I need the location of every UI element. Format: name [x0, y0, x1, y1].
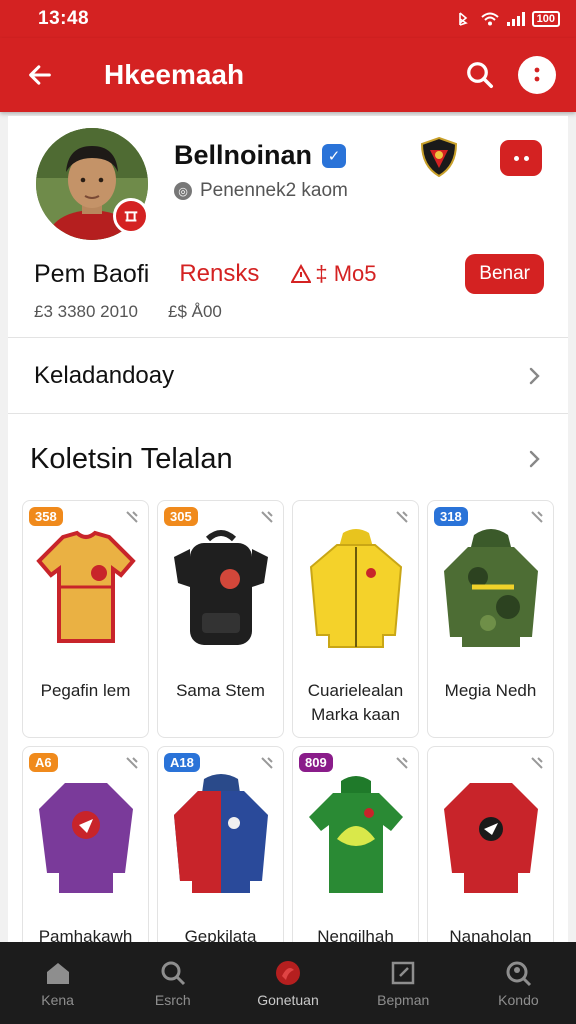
alert-triangle-icon: [291, 264, 312, 283]
signal-icon: [506, 12, 525, 26]
meta-right: £$ Å00: [168, 302, 222, 321]
collection-grid: 358 Pegafin lem 305 Sama Stem Cuarieleal…: [22, 500, 554, 984]
item-name: Sama Stem: [176, 681, 265, 700]
nav-club[interactable]: Gonetuan: [230, 942, 345, 1024]
collection-item[interactable]: 318 Megia Nedh: [427, 500, 554, 738]
collection-item[interactable]: 305 Sama Stem: [157, 500, 284, 738]
avatar-club-badge: [113, 198, 149, 234]
battery-icon: 100: [531, 11, 560, 27]
rank-label[interactable]: Rensks: [179, 260, 259, 288]
status-time: 13:48: [38, 8, 90, 29]
club-logo-icon[interactable]: [418, 136, 460, 178]
dot-icon: [513, 155, 519, 161]
nav-label: Bepman: [377, 992, 430, 1008]
follow-button[interactable]: Benar: [465, 254, 544, 294]
search-icon: [161, 961, 185, 986]
nav-profile[interactable]: Kondo: [461, 942, 576, 1024]
handle-row: ◎ Penennek2 kaom: [174, 180, 348, 202]
section-label: Keladandoay: [34, 361, 175, 389]
verified-icon: ✓: [322, 143, 347, 168]
app-bar: Hkeemaah: [0, 38, 576, 112]
arrow-left-icon: [29, 65, 51, 85]
collection-header[interactable]: Koletsin Telalan: [8, 414, 568, 504]
nav-label: Kondo: [498, 992, 539, 1008]
nav-label: Esrch: [154, 992, 191, 1008]
dot-icon: [523, 155, 529, 161]
club-crest-icon: [124, 211, 138, 222]
pin-icon[interactable]: [529, 755, 545, 771]
rank-value-group: ‡ Mo5: [291, 261, 377, 287]
profile-name: Pem Baofi: [34, 259, 150, 288]
bluetooth-icon: [458, 12, 468, 26]
collection-item[interactable]: 358 Pegafin lem: [22, 500, 149, 738]
search-button[interactable]: [460, 55, 500, 95]
nav-label: Gonetuan: [257, 992, 319, 1008]
profile-search-icon: [506, 961, 532, 987]
item-name: Megia Nedh: [444, 681, 537, 700]
username-row: Bellnoinan ✓: [174, 140, 347, 171]
pin-icon[interactable]: [259, 755, 275, 771]
pin-icon[interactable]: [124, 755, 140, 771]
item-name: Cuarielealan Marka kaan: [307, 681, 404, 724]
rank-value: ‡ Mo5: [315, 261, 377, 286]
nav-edit[interactable]: Bepman: [346, 942, 461, 1024]
jersey-icon: [309, 776, 403, 893]
item-badge: A18: [164, 753, 200, 772]
main-content: Bellnoinan ✓ ◎ Penennek2 kaom Pem Baofi …: [8, 116, 568, 984]
sweater-icon: [39, 783, 133, 893]
backpack-icon: [174, 530, 268, 645]
globe-icon: ◎: [174, 182, 192, 200]
hoodie-icon: [174, 774, 268, 893]
edit-icon: [391, 961, 415, 985]
home-icon: [46, 963, 69, 984]
collection-title: Koletsin Telalan: [30, 442, 233, 475]
club-icon: [276, 961, 300, 985]
nav-home[interactable]: Kena: [0, 942, 115, 1024]
item-badge: 318: [434, 507, 468, 526]
nav-search[interactable]: Esrch: [115, 942, 230, 1024]
message-button[interactable]: [500, 140, 542, 176]
chevron-right-icon: [529, 450, 540, 468]
section-row-first[interactable]: Keladandoay: [8, 338, 568, 414]
back-button[interactable]: [20, 55, 60, 95]
meta-row: £3 3380 2010 £$ Å00: [34, 302, 222, 322]
chevron-right-icon: [529, 367, 540, 384]
meta-left: £3 3380 2010: [34, 302, 138, 321]
hoodie-icon: [444, 529, 538, 647]
pin-icon[interactable]: [124, 509, 140, 525]
wifi-icon: [480, 12, 499, 26]
jersey-icon: [36, 530, 136, 643]
pin-icon[interactable]: [529, 509, 545, 525]
item-badge: A6: [29, 753, 58, 772]
username: Bellnoinan: [174, 140, 313, 170]
item-badge: 358: [29, 507, 63, 526]
profile-header: Bellnoinan ✓ ◎ Penennek2 kaom Pem Baofi …: [8, 116, 568, 338]
app-title: Hkeemaah: [104, 59, 245, 90]
item-name: Pegafin lem: [40, 681, 131, 700]
item-badge: 809: [299, 753, 333, 772]
stats-row: Pem Baofi Rensks ‡ Mo5 Benar: [34, 254, 544, 294]
collection-item[interactable]: Cuarielealan Marka kaan: [292, 500, 419, 738]
pin-icon[interactable]: [394, 509, 410, 525]
item-badge: 305: [164, 507, 198, 526]
sweater-icon: [444, 783, 538, 893]
search-icon: [467, 62, 493, 88]
bottom-nav: Kena Esrch Gonetuan Bepman Kondo: [0, 942, 576, 1024]
status-bar: 13:48 100: [0, 0, 576, 38]
more-options-button[interactable]: [518, 56, 556, 94]
user-handle: Penennek2 kaom: [200, 180, 348, 201]
pin-icon[interactable]: [259, 509, 275, 525]
more-vertical-icon: [534, 67, 540, 82]
jacket-icon: [309, 529, 403, 648]
pin-icon[interactable]: [394, 755, 410, 771]
nav-label: Kena: [41, 992, 74, 1008]
status-icons: 100: [454, 11, 560, 27]
